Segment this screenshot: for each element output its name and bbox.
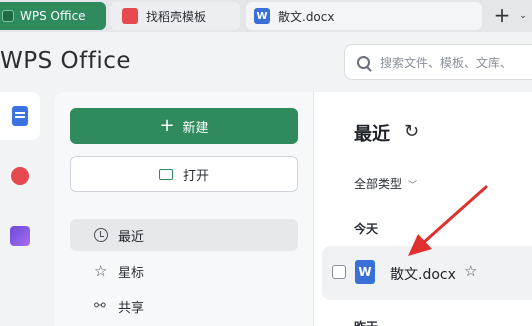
- tab-bar: WPS Office 找稻壳模板 W 散文.docx + ⌄: [0, 0, 532, 32]
- new-tab-button[interactable]: +: [490, 3, 514, 29]
- new-button[interactable]: + 新建: [70, 108, 298, 144]
- nav-item-starred[interactable]: ☆ 星标: [70, 255, 298, 287]
- search-box[interactable]: 搜索文件、模板、文库、: [344, 44, 532, 80]
- docer-icon: [122, 8, 138, 24]
- group-label-yesterday: 昨天: [354, 318, 378, 326]
- nav-label: 星标: [118, 265, 145, 281]
- folder-icon: [158, 168, 173, 180]
- tab-templates[interactable]: 找稻壳模板: [110, 2, 240, 30]
- filter-label: 全部类型: [354, 177, 403, 191]
- new-button-label: 新建: [182, 120, 209, 136]
- tab-menu-chevron-icon[interactable]: ⌄: [514, 8, 532, 24]
- tab-wps-office[interactable]: WPS Office: [0, 2, 106, 30]
- file-name[interactable]: 散文.docx: [390, 264, 456, 284]
- rail-templates[interactable]: [0, 152, 40, 200]
- chevron-down-icon: ﹀: [408, 181, 418, 191]
- tab-label: WPS Office: [20, 9, 86, 23]
- nav-item-shared[interactable]: ⚯ 共享: [70, 290, 298, 322]
- wps-logo-icon: [2, 10, 14, 22]
- word-doc-icon: W: [355, 260, 375, 284]
- rail-documents[interactable]: [0, 92, 40, 140]
- tab-label: 散文.docx: [278, 9, 335, 24]
- page-title: 最近: [354, 124, 390, 145]
- search-icon: [357, 55, 370, 69]
- file-checkbox[interactable]: [332, 265, 346, 279]
- nav-label: 最近: [118, 229, 145, 245]
- open-button-label: 打开: [182, 168, 209, 184]
- group-label-today: 今天: [354, 222, 379, 236]
- search-placeholder: 搜索文件、模板、文库、: [380, 55, 513, 70]
- docer-icon: [11, 167, 29, 185]
- app-brand: WPS Office: [0, 48, 132, 74]
- word-doc-icon: W: [254, 8, 270, 24]
- clock-icon: [94, 228, 108, 242]
- tab-label: 找稻壳模板: [146, 9, 207, 24]
- star-icon[interactable]: ☆: [464, 262, 477, 280]
- type-filter-dropdown[interactable]: 全部类型 ﹀: [354, 175, 417, 192]
- apps-icon: [10, 226, 30, 246]
- refresh-icon[interactable]: ↻: [404, 121, 419, 142]
- plus-icon: +: [159, 115, 175, 136]
- star-icon: ☆: [94, 262, 108, 280]
- open-button[interactable]: 打开: [70, 156, 298, 192]
- rail-apps[interactable]: [0, 212, 40, 260]
- nav-item-recent[interactable]: 最近: [70, 219, 298, 251]
- tab-document[interactable]: W 散文.docx: [246, 2, 482, 30]
- nav-label: 共享: [118, 300, 145, 316]
- share-icon: ⚯: [94, 298, 106, 314]
- document-icon: [12, 106, 28, 126]
